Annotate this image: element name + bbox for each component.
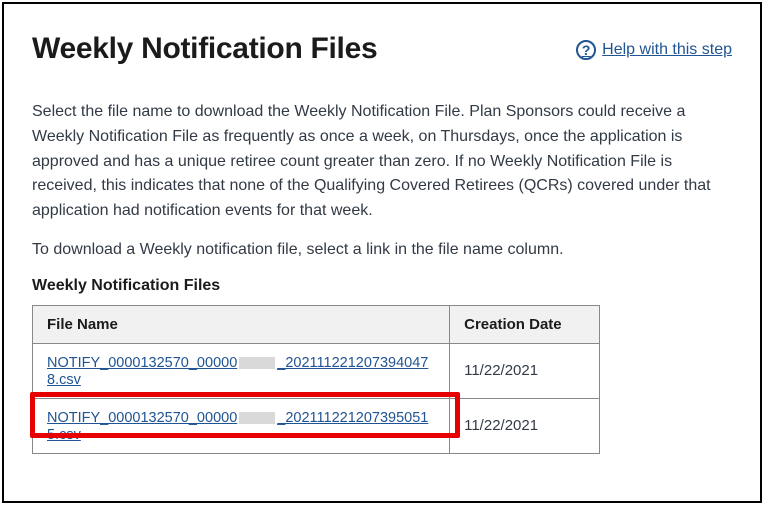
question-circle-icon: ? (576, 40, 596, 60)
file-download-link[interactable]: NOTIFY_0000132570_00000_2021112212073950… (47, 410, 428, 443)
file-cell: NOTIFY_0000132570_00000_2021112212073940… (33, 343, 450, 398)
notification-files-table: File Name Creation Date NOTIFY_000013257… (32, 305, 600, 454)
file-download-link[interactable]: NOTIFY_0000132570_00000_2021112212073940… (47, 355, 428, 388)
col-header-file: File Name (33, 305, 450, 343)
intro-paragraph-1: Select the file name to download the Wee… (32, 100, 732, 224)
page-frame: Weekly Notification Files ? Help with th… (2, 2, 762, 503)
header-row: Weekly Notification Files ? Help with th… (32, 32, 732, 66)
table-row: NOTIFY_0000132570_00000_2021112212073940… (33, 343, 600, 398)
help-with-step-link[interactable]: ? Help with this step (576, 40, 732, 60)
help-link-label: Help with this step (602, 41, 732, 59)
table-title: Weekly Notification Files (32, 277, 732, 295)
redacted-segment (239, 412, 275, 424)
page-title: Weekly Notification Files (32, 32, 377, 66)
file-name-pre: NOTIFY_0000132570_00000 (47, 355, 237, 371)
intro-text: Select the file name to download the Wee… (32, 100, 732, 263)
date-cell: 11/22/2021 (450, 343, 600, 398)
file-cell: NOTIFY_0000132570_00000_2021112212073950… (33, 398, 450, 453)
table-row: NOTIFY_0000132570_00000_2021112212073950… (33, 398, 600, 453)
date-cell: 11/22/2021 (450, 398, 600, 453)
redacted-segment (239, 357, 275, 369)
table-header-row: File Name Creation Date (33, 305, 600, 343)
file-name-pre: NOTIFY_0000132570_00000 (47, 410, 237, 426)
col-header-date: Creation Date (450, 305, 600, 343)
intro-paragraph-2: To download a Weekly notification file, … (32, 238, 732, 263)
